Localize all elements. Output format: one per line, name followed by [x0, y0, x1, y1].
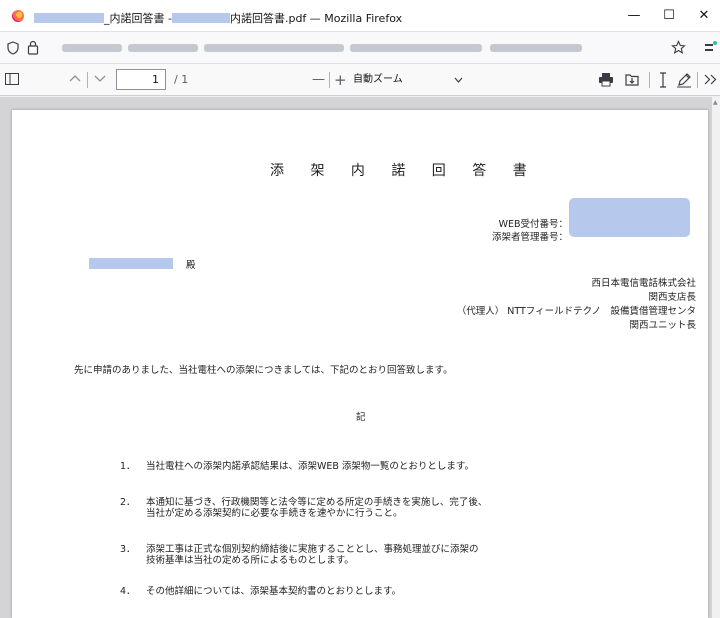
zoom-out-button[interactable]: —: [312, 71, 325, 89]
minimize-button[interactable]: —: [624, 6, 644, 26]
toolbar-divider: [329, 72, 330, 88]
url-text-blurred: [204, 44, 344, 52]
window-title: _内諾回答書 - 内諾回答書.pdf — Mozilla Firefox: [34, 10, 402, 26]
addressee-suffix: 殿: [186, 260, 196, 271]
text-cursor-icon[interactable]: [658, 72, 668, 88]
redaction-block: [171, 13, 230, 23]
toolbar-divider: [649, 72, 650, 88]
firefox-logo-icon: [12, 10, 24, 22]
toolbar-divider: [697, 72, 698, 88]
url-text-blurred: [62, 44, 122, 52]
item-number: 4．: [120, 586, 136, 597]
document-title: 添 架 内 諾 回 答 書: [270, 163, 538, 179]
item-number: 2．: [120, 497, 136, 508]
pen-icon[interactable]: [676, 72, 692, 88]
close-button[interactable]: ✕: [694, 6, 714, 26]
item-text: その他詳細については、添架基本契約書のとおりとします。: [146, 586, 402, 597]
pdf-page: 添 架 内 諾 回 答 書 WEB受付番号： 添架者管理番号： 殿 西日本電信電…: [12, 110, 708, 618]
chevron-down-icon[interactable]: [94, 74, 106, 83]
item-text: 当社電柱への添架内諾承認結果は、添架WEB 添架物一覧のとおりとします。: [146, 461, 474, 472]
sender-unit: 関西ユニット長: [629, 320, 696, 331]
window-title-part2: 内諾回答書.pdf — Mozilla Firefox: [229, 12, 403, 25]
dropdown-arrow-icon: [454, 77, 463, 83]
url-text-blurred: [490, 44, 582, 52]
extensions-icon[interactable]: [703, 40, 717, 55]
toolbar-divider: [87, 72, 88, 88]
sender-branch: 関西支店長: [648, 292, 696, 303]
shield-icon[interactable]: [6, 41, 20, 55]
vertical-scrollbar[interactable]: ▲: [712, 97, 720, 618]
print-icon[interactable]: [598, 72, 614, 87]
url-text-blurred: [128, 44, 198, 52]
web-receipt-label: WEB受付番号：: [498, 219, 568, 230]
chevron-up-icon[interactable]: [69, 74, 81, 83]
item-text: 当社が定める添架契約に必要な手続きを速やかに行うこと。: [146, 508, 403, 519]
sender-company: 西日本電信電話株式会社: [591, 278, 696, 289]
zoom-in-button[interactable]: +: [334, 71, 347, 89]
url-text-blurred: [350, 44, 482, 52]
window-titlebar: _内諾回答書 - 内諾回答書.pdf — Mozilla Firefox — ☐…: [0, 0, 720, 32]
redacted-addressee: [89, 258, 173, 269]
lock-icon[interactable]: [27, 40, 39, 55]
maximize-button[interactable]: ☐: [659, 6, 679, 26]
ki-heading: 記: [356, 412, 366, 423]
item-number: 1．: [120, 461, 136, 472]
save-icon[interactable]: [624, 72, 640, 87]
redacted-reference-numbers: [569, 198, 690, 237]
intro-text: 先に申請のありました、当社電柱への添架につきましては、下記のとおり回答致します。: [74, 365, 453, 376]
window-title-part1: _内諾回答書 -: [104, 12, 172, 25]
scroll-up-icon[interactable]: ▲: [713, 99, 719, 106]
zoom-select-value: 自動ズーム: [353, 74, 403, 85]
item-number: 3．: [120, 544, 136, 555]
zoom-select[interactable]: 自動ズーム: [348, 70, 474, 90]
sidebar-toggle-icon[interactable]: [5, 73, 19, 85]
page-number-input[interactable]: 1: [116, 69, 166, 90]
redaction-block: [34, 13, 104, 23]
page-total: / 1: [174, 73, 189, 86]
bookmark-star-icon[interactable]: [671, 40, 686, 55]
manager-number-label: 添架者管理番号：: [491, 232, 568, 243]
double-chevron-right-icon[interactable]: [704, 74, 718, 85]
item-text: 技術基準は当社の定める所によるものとします。: [146, 555, 354, 566]
sender-agent: （代理人） NTTフィールドテクノ 設備賃借管理センタ: [456, 306, 696, 317]
